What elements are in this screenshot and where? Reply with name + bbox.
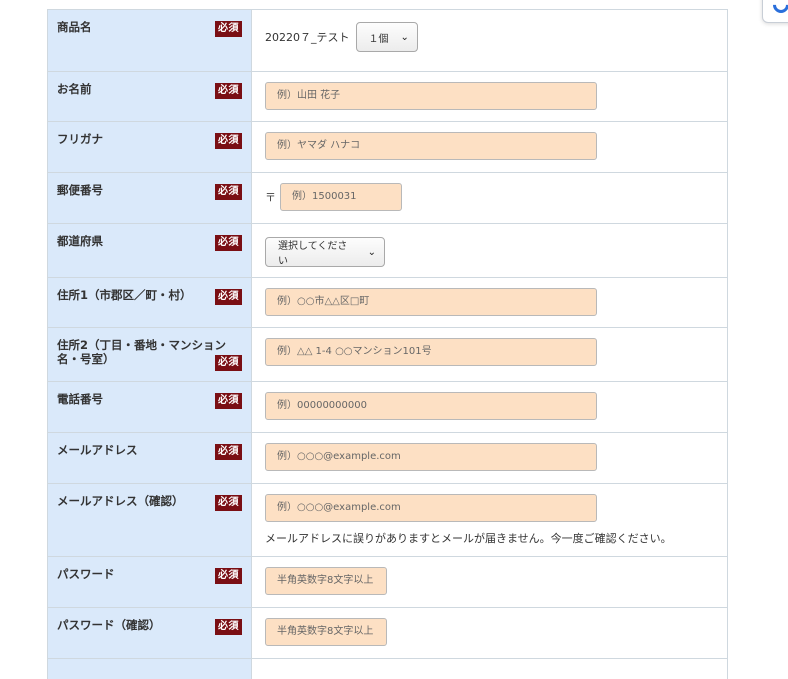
prefecture-select[interactable]: 選択してください ⌄ bbox=[265, 237, 385, 267]
row-postal: 郵便番号 必須 〒 例）1500031 bbox=[47, 173, 728, 224]
required-badge: 必須 bbox=[215, 393, 242, 409]
value-cell: 半角英数字8文字以上 bbox=[252, 608, 727, 658]
row-address2: 住所2（丁目・番地・マンション名・号室） 必須 例）△△ 1-4 ○○マンション… bbox=[47, 328, 728, 382]
phone-input[interactable]: 例）00000000000 bbox=[265, 392, 597, 420]
row-address1: 住所1（市郡区／町・村） 必須 例）○○市△△区□町 bbox=[47, 278, 728, 328]
value-cell: 半角英数字8文字以上 bbox=[252, 557, 727, 607]
value-cell: 例）山田 花子 bbox=[252, 72, 727, 121]
chevron-down-icon: ⌄ bbox=[400, 31, 409, 43]
label-cell: パスワード（確認） 必須 bbox=[48, 608, 252, 658]
address1-input[interactable]: 例）○○市△△区□町 bbox=[265, 288, 597, 316]
row-product: 商品名 必須 20220７_テスト １個 ⌄ bbox=[47, 10, 728, 72]
quantity-value: １個 bbox=[368, 33, 389, 45]
furigana-input[interactable]: 例）ヤマダ ハナコ bbox=[265, 132, 597, 160]
password-confirm-input[interactable]: 半角英数字8文字以上 bbox=[265, 618, 387, 646]
address2-input[interactable]: 例）△△ 1-4 ○○マンション101号 bbox=[265, 338, 597, 366]
name-input[interactable]: 例）山田 花子 bbox=[265, 82, 597, 110]
value-cell: 例）○○○@example.com メールアドレスに誤りがありますとメールが届き… bbox=[252, 484, 727, 556]
required-badge: 必須 bbox=[215, 133, 242, 149]
label-cell: 都道府県 必須 bbox=[48, 224, 252, 277]
label-cell: 住所2（丁目・番地・マンション名・号室） 必須 bbox=[48, 328, 252, 381]
value-cell: 例）△△ 1-4 ○○マンション101号 bbox=[252, 328, 727, 381]
floating-widget[interactable] bbox=[762, 0, 788, 23]
required-badge: 必須 bbox=[215, 289, 242, 305]
loading-icon bbox=[769, 0, 788, 17]
required-badge: 必須 bbox=[215, 619, 242, 635]
row-name: お名前 必須 例）山田 花子 bbox=[47, 72, 728, 122]
chevron-down-icon: ⌄ bbox=[367, 246, 376, 258]
quantity-select[interactable]: １個 ⌄ bbox=[355, 22, 418, 52]
required-badge: 必須 bbox=[215, 83, 242, 99]
label-cell: お名前 必須 bbox=[48, 72, 252, 121]
password-input[interactable]: 半角英数字8文字以上 bbox=[265, 567, 387, 595]
row-prefecture: 都道府県 必須 選択してください ⌄ bbox=[47, 224, 728, 278]
row-email: メールアドレス 必須 例）○○○@example.com bbox=[47, 433, 728, 484]
value-cell: 例）00000000000 bbox=[252, 382, 727, 432]
required-badge: 必須 bbox=[215, 444, 242, 460]
row-password-confirm: パスワード（確認） 必須 半角英数字8文字以上 bbox=[47, 608, 728, 659]
label-cell: メールアドレス（確認） 必須 bbox=[48, 484, 252, 556]
required-badge: 必須 bbox=[215, 568, 242, 584]
required-badge: 必須 bbox=[215, 184, 242, 200]
value-cell bbox=[252, 659, 727, 679]
label-cell: パスワード 必須 bbox=[48, 557, 252, 607]
required-badge: 必須 bbox=[215, 355, 242, 371]
row-next bbox=[47, 659, 728, 679]
label-cell bbox=[48, 659, 252, 679]
value-cell: 20220７_テスト １個 ⌄ bbox=[252, 10, 727, 71]
label-cell: フリガナ 必須 bbox=[48, 122, 252, 172]
row-furigana: フリガナ 必須 例）ヤマダ ハナコ bbox=[47, 122, 728, 173]
email-confirm-input[interactable]: 例）○○○@example.com bbox=[265, 494, 597, 522]
row-password: パスワード 必須 半角英数字8文字以上 bbox=[47, 557, 728, 608]
row-phone: 電話番号 必須 例）00000000000 bbox=[47, 382, 728, 433]
postal-code-input[interactable]: 例）1500031 bbox=[280, 183, 402, 211]
value-cell: 例）○○市△△区□町 bbox=[252, 278, 727, 327]
email-note: メールアドレスに誤りがありますとメールが届きません。今一度ご確認ください。 bbox=[265, 532, 672, 545]
email-input[interactable]: 例）○○○@example.com bbox=[265, 443, 597, 471]
prefecture-value: 選択してください bbox=[278, 241, 348, 267]
registration-form: 商品名 必須 20220７_テスト １個 ⌄ お名前 必須 例）山田 花子 フリ… bbox=[47, 9, 728, 679]
value-cell: 例）○○○@example.com bbox=[252, 433, 727, 483]
label-cell: 住所1（市郡区／町・村） 必須 bbox=[48, 278, 252, 327]
label-cell: 商品名 必須 bbox=[48, 10, 252, 71]
value-cell: 選択してください ⌄ bbox=[252, 224, 727, 277]
row-email-confirm: メールアドレス（確認） 必須 例）○○○@example.com メールアドレス… bbox=[47, 484, 728, 557]
required-badge: 必須 bbox=[215, 235, 242, 251]
value-cell: 例）ヤマダ ハナコ bbox=[252, 122, 727, 172]
label-cell: 郵便番号 必須 bbox=[48, 173, 252, 223]
product-name: 20220７_テスト bbox=[265, 31, 350, 44]
label-cell: 電話番号 必須 bbox=[48, 382, 252, 432]
label-cell: メールアドレス 必須 bbox=[48, 433, 252, 483]
required-badge: 必須 bbox=[215, 495, 242, 511]
required-badge: 必須 bbox=[215, 21, 242, 37]
postal-mark-icon: 〒 bbox=[265, 191, 276, 204]
value-cell: 〒 例）1500031 bbox=[252, 173, 727, 223]
